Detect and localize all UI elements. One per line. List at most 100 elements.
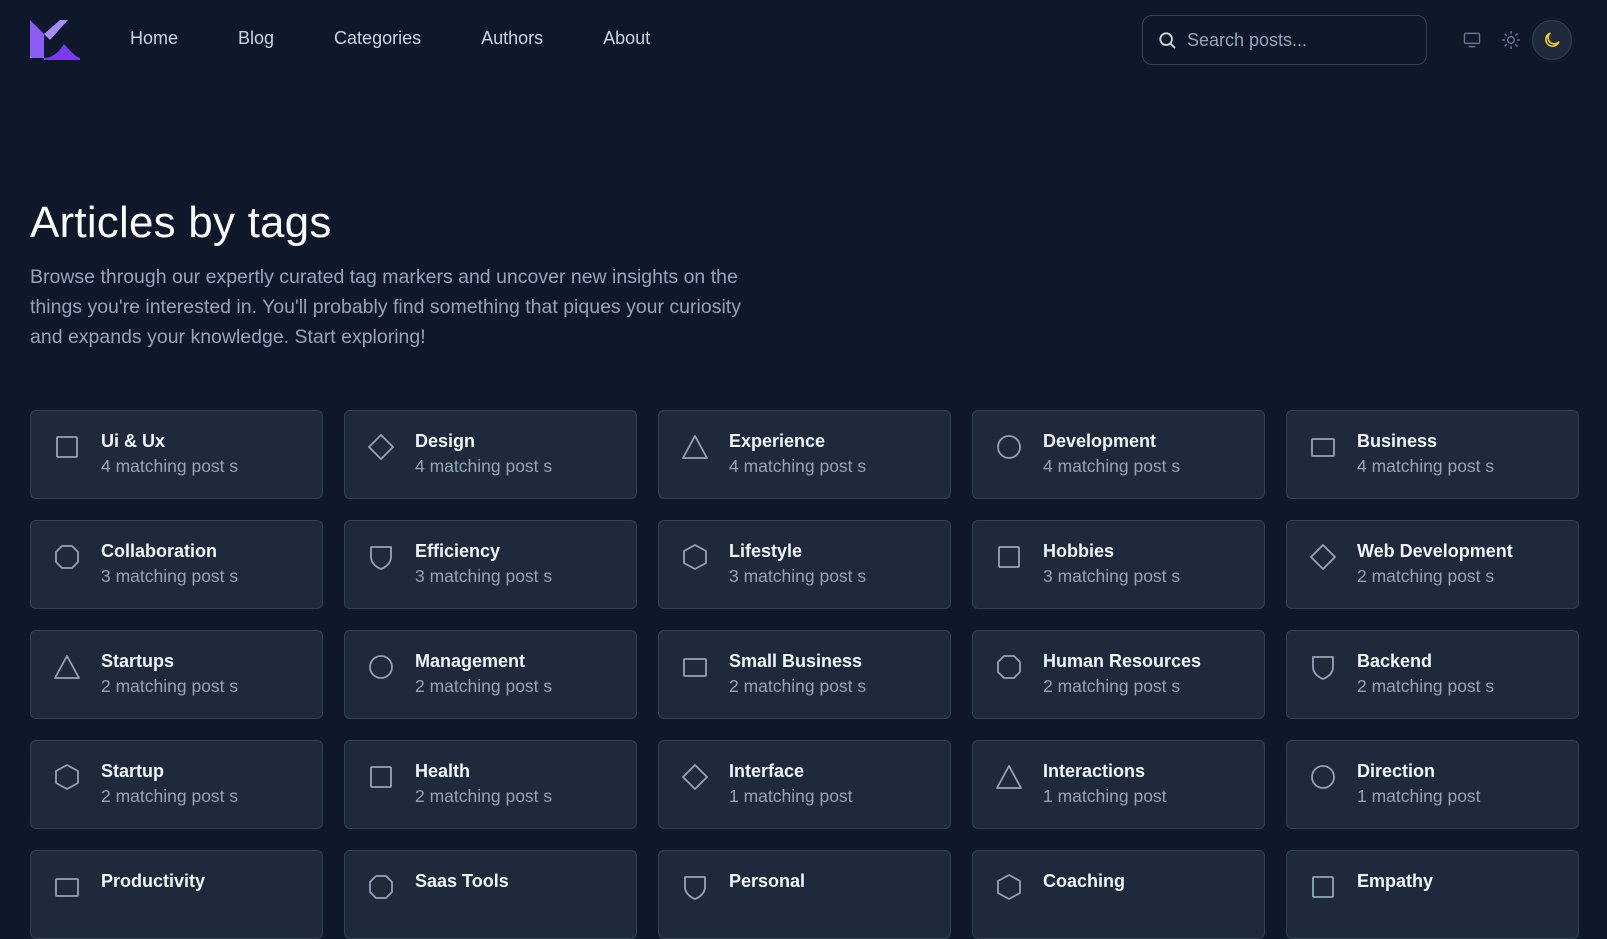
octagon-icon (369, 875, 393, 899)
tag-name: Startups (101, 651, 175, 671)
triangle-icon (996, 765, 1022, 789)
tag-card[interactable]: Web Development 2 matching post s (1286, 520, 1579, 609)
octagon-icon (997, 655, 1021, 679)
hexagon-icon (997, 874, 1021, 900)
shield-icon (684, 876, 706, 900)
light-theme-button[interactable] (1492, 21, 1530, 59)
tag-post-count: 1 matching post (1043, 786, 1167, 806)
circle-icon (369, 655, 393, 679)
search-box[interactable] (1142, 15, 1427, 65)
tag-post-count: 3 matching post s (729, 566, 867, 586)
moon-icon (1545, 32, 1560, 47)
nav-link-authors[interactable]: Authors (481, 28, 543, 49)
tag-card[interactable]: Saas Tools (344, 850, 637, 939)
tag-post-count: 2 matching post s (101, 676, 239, 696)
system-theme-button[interactable] (1453, 21, 1491, 59)
hexagon-icon (683, 544, 707, 570)
tag-name: Personal (729, 871, 806, 891)
tag-post-count: 2 matching post s (415, 786, 553, 806)
nav-link-categories[interactable]: Categories (334, 28, 421, 49)
tag-grid: Ui & Ux 4 matching post s Design 4 matching… (30, 410, 1579, 939)
tag-card[interactable]: Ui & Ux 4 matching post s (30, 410, 323, 499)
tag-post-count: 4 matching post s (1357, 456, 1495, 476)
tag-card[interactable]: Collaboration 3 matching post s (30, 520, 323, 609)
tag-card[interactable]: Coaching (972, 850, 1265, 939)
sun-icon (1501, 30, 1521, 50)
tag-post-count: 1 matching post (1357, 786, 1481, 806)
tag-post-count: 4 matching post s (729, 456, 867, 476)
tag-name: Interface (729, 761, 805, 781)
tag-name: Web Development (1357, 541, 1513, 561)
tag-name: Management (415, 651, 526, 671)
tag-post-count: 2 matching post s (729, 676, 867, 696)
nav-link-home[interactable]: Home (130, 28, 178, 49)
tag-name: Health (415, 761, 471, 781)
tag-name: Coaching (1043, 871, 1126, 891)
nav-link-about[interactable]: About (603, 28, 650, 49)
hexagon-icon (55, 764, 79, 790)
nav-links: Home Blog Categories Authors About (130, 28, 650, 49)
triangle-icon (54, 655, 80, 679)
tag-card[interactable]: Backend 2 matching post s (1286, 630, 1579, 719)
tag-card[interactable]: Empathy (1286, 850, 1579, 939)
tag-card[interactable]: Management 2 matching post s (344, 630, 637, 719)
tag-post-count: 1 matching post (729, 786, 853, 806)
triangle-icon (682, 435, 708, 459)
top-nav: Home Blog Categories Authors About (0, 0, 1607, 80)
tag-post-count: 4 matching post s (101, 456, 239, 476)
tag-card[interactable]: Startups 2 matching post s (30, 630, 323, 719)
tag-card[interactable]: Hobbies 3 matching post s (972, 520, 1265, 609)
shield-icon (1312, 656, 1334, 680)
square-icon (1312, 876, 1334, 898)
tag-name: Backend (1357, 651, 1433, 671)
tag-name: Ui & Ux (101, 431, 166, 451)
diamond-icon (682, 764, 708, 790)
tag-name: Lifestyle (729, 541, 803, 561)
brand-logo-icon[interactable] (30, 20, 80, 60)
tag-card[interactable]: Startup 2 matching post s (30, 740, 323, 829)
tag-name: Development (1043, 431, 1157, 451)
tag-post-count: 3 matching post s (415, 566, 553, 586)
dark-theme-button[interactable] (1532, 20, 1572, 60)
tag-card[interactable]: Interactions 1 matching post (972, 740, 1265, 829)
monitor-icon (1463, 32, 1481, 48)
tag-card[interactable]: Interface 1 matching post (658, 740, 951, 829)
tag-card[interactable]: Efficiency 3 matching post s (344, 520, 637, 609)
tag-card[interactable]: Personal (658, 850, 951, 939)
diamond-icon (1310, 544, 1336, 570)
diamond-icon (368, 434, 394, 460)
tag-post-count: 3 matching post s (1043, 566, 1181, 586)
tag-name: Interactions (1043, 761, 1146, 781)
tag-name: Small Business (729, 651, 863, 671)
circle-icon (1311, 765, 1335, 789)
square-icon (56, 436, 78, 458)
page-description: Browse through our expertly curated tag … (30, 266, 741, 348)
tag-card[interactable]: Small Business 2 matching post s (658, 630, 951, 719)
hero-section: Articles by tags Browse through our expe… (30, 198, 750, 352)
square-icon (998, 546, 1020, 568)
tag-post-count: 4 matching post s (1043, 456, 1181, 476)
tag-name: Efficiency (415, 541, 501, 561)
tag-post-count: 2 matching post s (1043, 676, 1181, 696)
octagon-icon (55, 545, 79, 569)
rectangle-icon (1311, 438, 1335, 457)
nav-link-blog[interactable]: Blog (238, 28, 274, 49)
tag-card[interactable]: Human Resources 2 matching post s (972, 630, 1265, 719)
tag-name: Empathy (1357, 871, 1434, 891)
tag-card[interactable]: Development 4 matching post s (972, 410, 1265, 499)
tag-card[interactable]: Health 2 matching post s (344, 740, 637, 829)
tag-name: Human Resources (1043, 651, 1202, 671)
tag-card[interactable]: Productivity (30, 850, 323, 939)
tag-card[interactable]: Direction 1 matching post (1286, 740, 1579, 829)
tag-card[interactable]: Business 4 matching post s (1286, 410, 1579, 499)
rectangle-icon (683, 658, 707, 677)
tag-card[interactable]: Lifestyle 3 matching post s (658, 520, 951, 609)
tag-post-count: 2 matching post s (1357, 676, 1495, 696)
tag-post-count: 3 matching post s (101, 566, 239, 586)
rectangle-icon (55, 878, 79, 897)
circle-icon (997, 435, 1021, 459)
search-input[interactable] (1187, 29, 1426, 51)
tag-card[interactable]: Design 4 matching post s (344, 410, 637, 499)
page-title: Articles by tags (30, 198, 332, 247)
tag-card[interactable]: Experience 4 matching post s (658, 410, 951, 499)
